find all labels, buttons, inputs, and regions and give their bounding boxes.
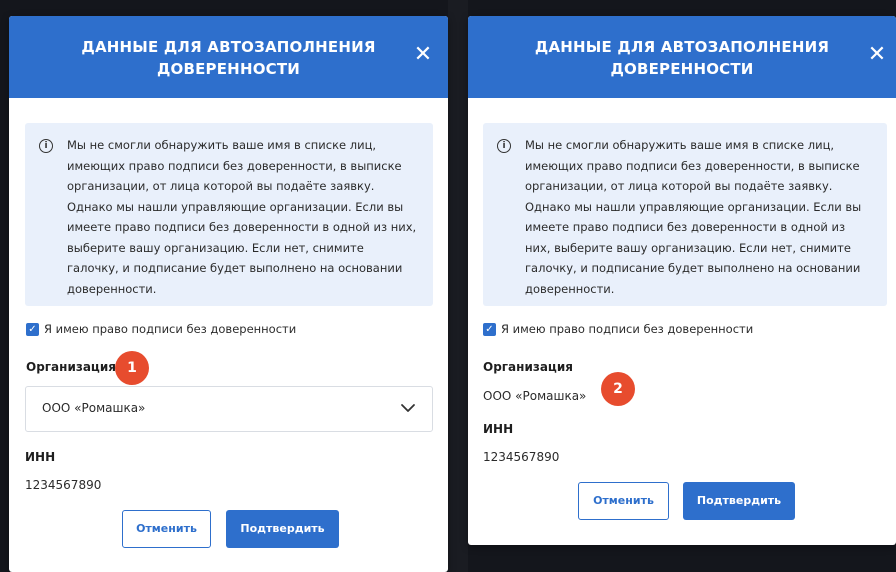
step-badge: 1 [115,351,149,385]
cancel-button[interactable]: Отменить [578,482,669,520]
organization-select[interactable]: ООО «Ромашка» [25,386,433,432]
confirm-button[interactable]: Подтвердить [683,482,795,520]
step-badge: 2 [601,372,635,406]
inn-value: 1234567890 [483,450,560,464]
dialog-header: ДАННЫЕ ДЛЯ АВТОЗАПОЛНЕНИЯ ДОВЕРЕННОСТИ ✕ [9,16,448,98]
close-icon[interactable]: ✕ [411,43,435,67]
info-icon: i [497,139,511,153]
organization-label: Организация [26,360,116,374]
autofill-dialog-editable: ДАННЫЕ ДЛЯ АВТОЗАПОЛНЕНИЯ ДОВЕРЕННОСТИ ✕… [9,16,448,572]
screenshot-stage: ДАННЫЕ ДЛЯ АВТОЗАПОЛНЕНИЯ ДОВЕРЕННОСТИ ✕… [0,0,896,572]
checkbox-label: Я имею право подписи без доверенности [501,322,754,336]
dialog-title: ДАННЫЕ ДЛЯ АВТОЗАПОЛНЕНИЯ ДОВЕРЕННОСТИ [81,38,376,78]
checkbox-checked-icon[interactable]: ✓ [483,322,496,336]
info-icon: i [39,139,53,153]
inn-label: ИНН [483,422,514,436]
dialog-title: ДАННЫЕ ДЛЯ АВТОЗАПОЛНЕНИЯ ДОВЕРЕННОСТИ [534,38,830,78]
inn-value: 1234567890 [25,478,102,492]
organization-value: ООО «Ромашка» [483,389,587,403]
cancel-button[interactable]: Отменить [122,510,211,548]
autofill-dialog-readonly: ДАННЫЕ ДЛЯ АВТОЗАПОЛНЕНИЯ ДОВЕРЕННОСТИ ✕… [468,16,896,545]
organization-select-value: ООО «Ромашка» [42,401,146,415]
inn-label: ИНН [25,450,56,464]
info-notice: i Мы не смогли обнаружить ваше имя в спи… [25,123,433,306]
info-notice: i Мы не смогли обнаружить ваше имя в спи… [483,123,887,306]
backdrop-divider [448,0,468,572]
confirm-button[interactable]: Подтвердить [226,510,339,548]
info-text: Мы не смогли обнаружить ваше имя в списк… [525,138,862,296]
dialog-header: ДАННЫЕ ДЛЯ АВТОЗАПОЛНЕНИЯ ДОВЕРЕННОСТИ ✕ [468,16,896,98]
checkbox-checked-icon[interactable]: ✓ [26,322,39,336]
signature-right-checkbox-row[interactable]: ✓ Я имею право подписи без доверенности [483,322,753,336]
close-icon[interactable]: ✕ [865,43,889,67]
info-text: Мы не смогли обнаружить ваше имя в списк… [67,138,417,296]
checkbox-label: Я имею право подписи без доверенности [44,322,297,336]
organization-label: Организация [483,360,573,374]
signature-right-checkbox-row[interactable]: ✓ Я имею право подписи без доверенности [26,322,296,336]
chevron-down-icon [401,404,415,412]
